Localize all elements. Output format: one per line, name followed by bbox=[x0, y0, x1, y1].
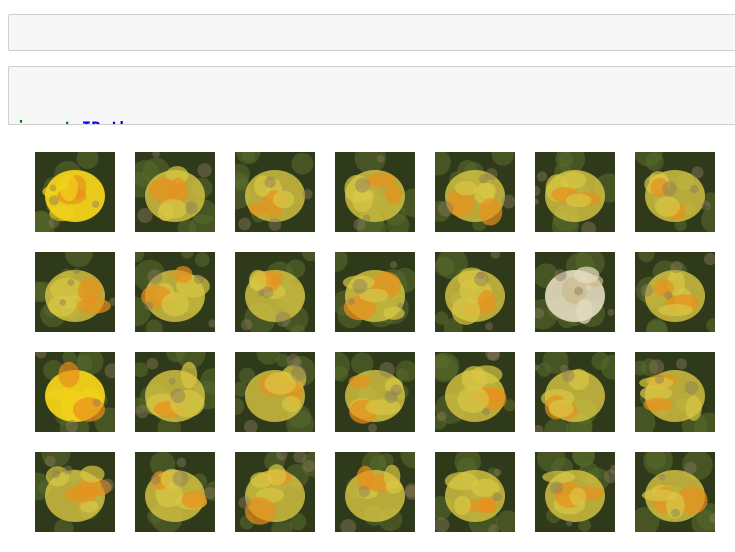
generated-flower-image bbox=[535, 252, 615, 332]
generated-flower-image bbox=[335, 352, 415, 432]
generated-flower-image bbox=[435, 252, 515, 332]
generated-flower-image bbox=[635, 452, 715, 532]
generated-flower-image bbox=[135, 152, 215, 232]
generated-flower-image bbox=[635, 152, 715, 232]
generated-flower-image bbox=[35, 252, 115, 332]
generated-flower-image bbox=[135, 452, 215, 532]
generated-flower-image bbox=[135, 352, 215, 432]
code-token: import bbox=[16, 119, 72, 124]
generated-flower-image bbox=[635, 352, 715, 432]
generated-flower-image bbox=[335, 452, 415, 532]
generated-flower-image bbox=[435, 452, 515, 532]
generated-flower-image bbox=[635, 252, 715, 332]
generated-flower-image bbox=[535, 352, 615, 432]
generated-flower-image bbox=[235, 152, 315, 232]
generated-flower-image bbox=[335, 152, 415, 232]
code-cell-display-image[interactable]: import IPython IPython.display.Image('/c… bbox=[8, 66, 735, 125]
generated-flower-image bbox=[35, 352, 115, 432]
code-token: IPython bbox=[82, 119, 148, 124]
generated-flower-image bbox=[535, 452, 615, 532]
generated-flower-image bbox=[535, 152, 615, 232]
generated-flower-image bbox=[35, 452, 115, 532]
generated-flower-image bbox=[335, 252, 415, 332]
generated-flower-image bbox=[135, 252, 215, 332]
generated-flower-image bbox=[435, 152, 515, 232]
code-cell-test-image[interactable]: test_image("this flower is yellow in col… bbox=[8, 14, 735, 51]
generated-flower-image bbox=[235, 252, 315, 332]
generated-flower-image bbox=[235, 452, 315, 532]
generated-flower-image bbox=[35, 152, 115, 232]
generated-flower-image bbox=[235, 352, 315, 432]
generated-flower-image bbox=[435, 352, 515, 432]
code-line: import IPython bbox=[16, 118, 735, 124]
